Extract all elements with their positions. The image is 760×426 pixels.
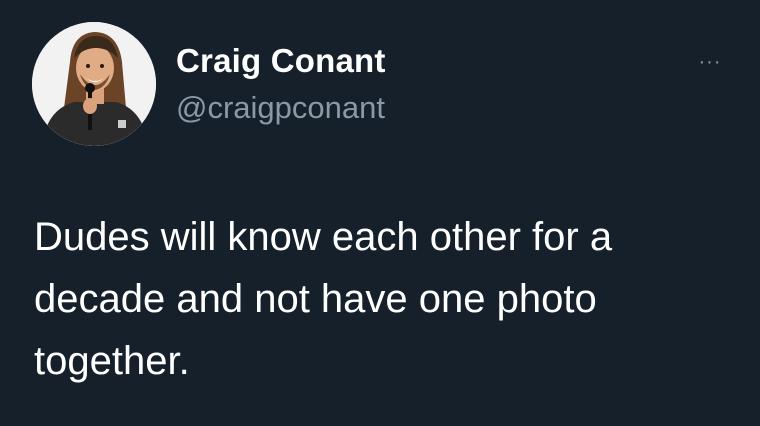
- more-options-icon: ···: [698, 51, 722, 73]
- tweet-text: Dudes will know each other for a decade …: [34, 215, 613, 383]
- avatar[interactable]: [32, 22, 156, 146]
- profile-photo-icon: [32, 22, 156, 146]
- author-display-name[interactable]: Craig Conant: [176, 42, 386, 80]
- more-options-button[interactable]: ···: [688, 50, 732, 74]
- tweet-card: Craig Conant @craigpconant ··· Dudes wil…: [0, 0, 760, 426]
- author-handle[interactable]: @craigpconant: [176, 90, 385, 126]
